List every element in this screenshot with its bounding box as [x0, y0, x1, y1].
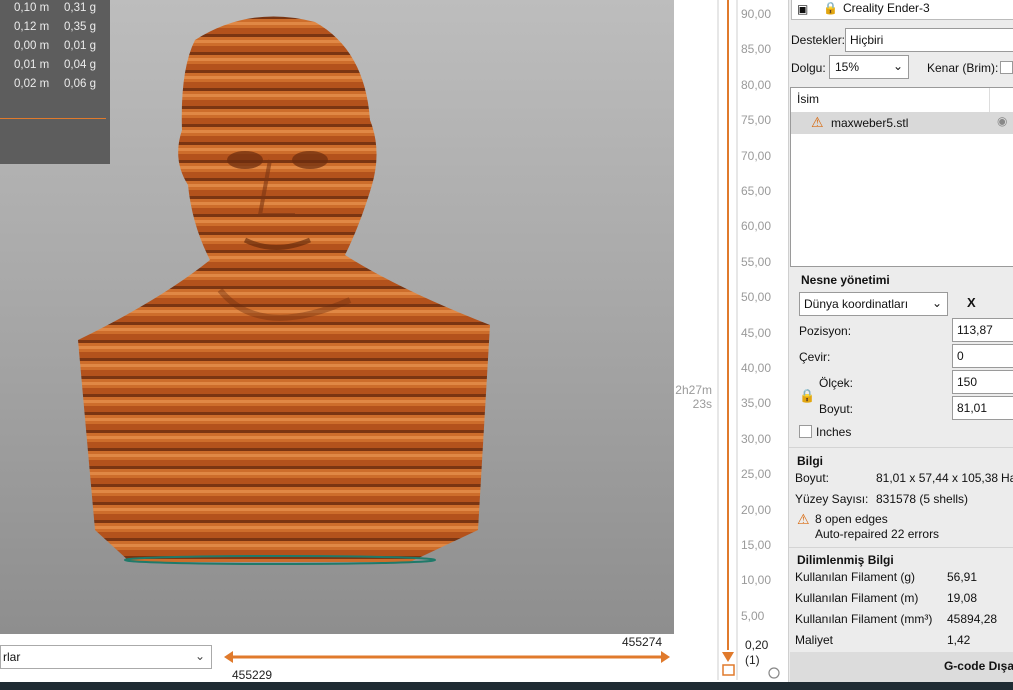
sliced-info-title: Dilimlenmiş Bilgi — [797, 553, 894, 567]
layer-tick-label: 5,00 — [741, 608, 765, 623]
faces-value: 831578 (5 shells) — [876, 492, 969, 506]
layer-tick-label: 70,00 — [741, 148, 772, 163]
layer-tick-label: 65,00 — [741, 184, 772, 198]
stats-row: 0,00 m 0,01 g — [14, 40, 96, 52]
layer-tick-label: 90,00 — [741, 7, 772, 21]
supports-value: Hiçbiri — [850, 33, 884, 47]
layer-bottom-value: 0,20 — [745, 638, 769, 652]
stats-row: 0,02 m 0,06 g — [14, 78, 96, 90]
layer-tick-label: 50,00 — [741, 290, 772, 305]
model-bust[interactable] — [60, 10, 500, 570]
object-mgmt-title: Nesne yönetimi — [801, 273, 890, 287]
eye-icon[interactable]: ◉ — [997, 114, 1007, 128]
lock-icon — [722, 664, 735, 676]
filament-g-label: Kullanılan Filament (g) — [795, 570, 916, 584]
view-type-combo[interactable]: rlar ⌄ — [0, 645, 212, 669]
size-value: 81,01 — [957, 401, 988, 415]
stats-row: 0,12 m 0,35 g — [14, 21, 96, 33]
cost-value: 1,42 — [947, 633, 971, 647]
layer-tick-label: 85,00 — [741, 42, 772, 57]
filament-m-label: Kullanılan Filament (m) — [795, 591, 919, 605]
object-list[interactable]: İsim ⚠ maxweber5.stl ◉ — [790, 87, 1013, 267]
lock-icon: 🔒 — [823, 1, 838, 15]
coord-system-select[interactable]: Dünya koordinatları ⌄ — [799, 292, 948, 316]
scale-input[interactable]: 150 — [952, 370, 1013, 394]
infill-select[interactable]: 15% ⌄ — [829, 55, 909, 79]
settings-panel: ▣ 🔒 Creality Ender-3 Destekler: Hiçbiri … — [788, 0, 1013, 682]
filament-g-value: 56,91 — [947, 570, 978, 584]
warning-icon: ⚠ — [797, 511, 810, 527]
layer-tick-label: 25,00 — [741, 467, 772, 482]
layer-tick-label: 10,00 — [741, 573, 772, 588]
layer-tick-label: 30,00 — [741, 431, 772, 446]
export-gcode-button[interactable]: G-code Dışa — [790, 652, 1013, 682]
brim-checkbox[interactable] — [1000, 61, 1013, 74]
layer-tick-label: 75,00 — [741, 113, 772, 128]
layer-tick-label: 80,00 — [741, 77, 772, 92]
infill-value: 15% — [835, 60, 860, 74]
printer-name: Creality Ender-3 — [843, 1, 930, 15]
warning-icon: ⚠ — [811, 114, 824, 130]
axis-x-label: X — [967, 295, 976, 310]
move-slider-start: 455229 — [232, 668, 273, 682]
list-item[interactable]: ⚠ maxweber5.stl ◉ — [791, 112, 1013, 134]
rotate-label: Çevir: — [799, 350, 831, 364]
3d-viewport[interactable]: 0,10 m 0,31 g 0,12 m 0,35 g 0,00 m 0,01 g 0… — [0, 0, 674, 634]
inches-checkbox[interactable] — [799, 425, 812, 438]
list-header: İsim — [797, 92, 819, 106]
filament-mm3-label: Kullanılan Filament (mm³) — [795, 612, 933, 626]
layer-stats-panel: 0,10 m 0,31 g 0,12 m 0,35 g 0,00 m 0,01 g 0… — [0, 0, 110, 164]
layer-tick-label: 15,00 — [741, 538, 772, 552]
chevron-down-icon: ⌄ — [194, 649, 205, 663]
view-type-value: rlar — [3, 650, 21, 664]
rotate-value: 0 — [957, 349, 964, 363]
object-name: maxweber5.stl — [831, 116, 909, 130]
scale-lock-icon[interactable]: 🔒 — [799, 388, 815, 404]
position-input[interactable]: 113,87 — [952, 318, 1013, 342]
cost-label: Maliyet — [795, 633, 834, 647]
info-size-value: 81,01 x 57,44 x 105,38 — [876, 471, 999, 485]
chevron-down-icon: ⌄ — [892, 59, 903, 73]
move-slider-end: 455274 — [622, 635, 663, 649]
layer-tick-label: 40,00 — [741, 361, 772, 375]
gear-icon — [768, 667, 780, 679]
info-title: Bilgi — [797, 454, 823, 468]
stats-divider — [0, 118, 106, 119]
open-edges: 8 open edges — [815, 512, 888, 526]
infill-label: Dolgu: — [791, 61, 826, 75]
export-gcode-label: G-code Dışa — [943, 659, 1013, 673]
supports-select[interactable]: Hiçbiri — [845, 28, 1013, 52]
layer-bottom-index: (1) — [745, 653, 760, 667]
layer-tick-label: 20,00 — [741, 502, 772, 517]
size-input[interactable]: 81,01 — [952, 396, 1013, 420]
position-value: 113,87 — [957, 323, 993, 337]
layer-tick-label: 60,00 — [741, 219, 772, 234]
inches-label: Inches — [816, 425, 852, 439]
supports-label: Destekler: — [791, 33, 846, 47]
info-size-extra: Ha — [1001, 471, 1013, 485]
info-size-label: Boyut: — [795, 471, 830, 485]
auto-repaired: Auto-repaired 22 errors — [815, 527, 940, 541]
stats-row: 0,10 m 0,31 g — [14, 2, 96, 14]
taskbar — [0, 682, 1013, 690]
coord-system-value: Dünya koordinatları — [804, 297, 909, 311]
layer-tick-label: 55,00 — [741, 254, 772, 269]
horizontal-move-slider[interactable] — [224, 650, 670, 664]
filament-m-value: 19,08 — [947, 591, 978, 605]
layer-tick-label: 35,00 — [741, 396, 772, 411]
position-label: Pozisyon: — [799, 324, 852, 338]
filament-mm3-value: 45894,28 — [947, 612, 998, 626]
chevron-down-icon: ⌄ — [931, 296, 942, 310]
print-time: 2h27m 23s — [675, 383, 712, 411]
rotate-input[interactable]: 0 — [952, 344, 1013, 368]
brim-label: Kenar (Brim): — [927, 61, 999, 75]
stats-row: 0,01 m 0,04 g — [14, 59, 96, 71]
scale-label: Ölçek: — [819, 376, 854, 390]
faces-label: Yüzey Sayısı: — [795, 492, 869, 506]
size-label: Boyut: — [819, 402, 854, 416]
printer-icon: ▣ — [797, 2, 809, 16]
layer-tick-label: 45,00 — [741, 325, 772, 340]
scale-value: 150 — [957, 375, 978, 389]
